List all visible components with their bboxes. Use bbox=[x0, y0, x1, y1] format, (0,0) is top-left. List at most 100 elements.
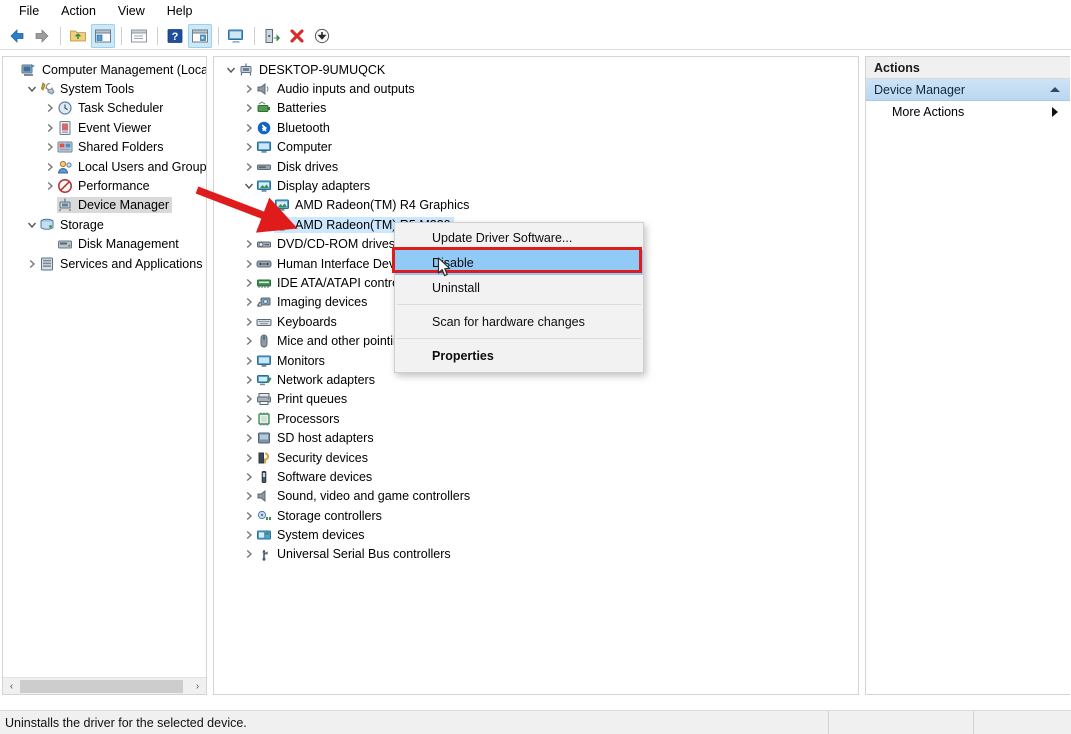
help-question-icon[interactable]: ? bbox=[163, 24, 187, 48]
console-tree-item-row[interactable]: Disk Management bbox=[3, 235, 206, 254]
row-selection-area[interactable]: Disk drives bbox=[256, 159, 341, 175]
context-menu-item-update-driver-software[interactable]: Update Driver Software... bbox=[395, 225, 643, 250]
scan-monitor-icon[interactable] bbox=[224, 24, 248, 48]
expander-expand-icon[interactable] bbox=[242, 254, 256, 273]
device-tree-item-row[interactable]: Display adapters bbox=[214, 176, 858, 195]
expander-expand-icon[interactable] bbox=[242, 273, 256, 292]
row-selection-area[interactable]: System Tools bbox=[39, 81, 137, 97]
row-selection-area[interactable]: Local Users and Groups bbox=[57, 159, 206, 175]
row-selection-area[interactable]: Batteries bbox=[256, 100, 329, 116]
context-menu-item-properties[interactable]: Properties bbox=[395, 343, 643, 368]
expander-expand-icon[interactable] bbox=[242, 487, 256, 506]
row-selection-area[interactable]: Shared Folders bbox=[57, 139, 166, 155]
expander-expand-icon[interactable] bbox=[242, 409, 256, 428]
expander-collapse-icon[interactable] bbox=[224, 60, 238, 79]
console-tree-item-row[interactable]: Task Scheduler bbox=[3, 99, 206, 118]
row-selection-area[interactable]: Monitors bbox=[256, 353, 328, 369]
row-selection-area[interactable]: DVD/CD-ROM drives bbox=[256, 236, 398, 252]
scroll-left-button[interactable]: ‹ bbox=[3, 677, 20, 694]
menu-help[interactable]: Help bbox=[156, 2, 204, 21]
expander-expand-icon[interactable] bbox=[242, 506, 256, 525]
console-tree-item-row[interactable]: Device Manager bbox=[3, 196, 206, 215]
actions-group-device-manager[interactable]: Device Manager bbox=[866, 79, 1070, 101]
console-tree-item-row[interactable]: Shared Folders bbox=[3, 138, 206, 157]
device-tree-root-row[interactable]: DESKTOP-9UMUQCK bbox=[214, 60, 858, 79]
row-selection-area[interactable]: Software devices bbox=[256, 469, 375, 485]
device-tree-item-row[interactable]: Computer bbox=[214, 138, 858, 157]
console-tree-item-row[interactable]: System Tools bbox=[3, 79, 206, 98]
console-tree-item-row[interactable]: Event Viewer bbox=[3, 118, 206, 137]
row-selection-area[interactable]: Processors bbox=[256, 411, 343, 427]
row-selection-area[interactable]: Event Viewer bbox=[57, 120, 154, 136]
console-tree-item-row[interactable]: Local Users and Groups bbox=[3, 157, 206, 176]
expander-expand-icon[interactable] bbox=[242, 99, 256, 118]
menu-file[interactable]: File bbox=[8, 2, 50, 21]
expander-expand-icon[interactable] bbox=[242, 448, 256, 467]
device-tree-item-row[interactable]: Audio inputs and outputs bbox=[214, 79, 858, 98]
device-tree-item-row[interactable]: Security devices bbox=[214, 448, 858, 467]
device-tree-item-row[interactable]: Processors bbox=[214, 409, 858, 428]
show-hide-console-tree-icon[interactable] bbox=[91, 23, 115, 48]
row-selection-area[interactable]: Print queues bbox=[256, 391, 350, 407]
context-menu-item-scan-for-hardware-changes[interactable]: Scan for hardware changes bbox=[395, 309, 643, 334]
context-menu-item-disable[interactable]: Disable bbox=[395, 250, 643, 275]
expander-expand-icon[interactable] bbox=[242, 467, 256, 486]
show-action-pane-icon[interactable] bbox=[188, 23, 212, 48]
scroll-right-button[interactable]: › bbox=[189, 677, 206, 694]
actions-item-more-actions[interactable]: More Actions bbox=[866, 101, 1070, 123]
row-selection-area[interactable]: Device Manager bbox=[57, 197, 173, 214]
row-selection-area[interactable]: DESKTOP-9UMUQCK bbox=[238, 62, 388, 78]
expander-expand-icon[interactable] bbox=[242, 390, 256, 409]
expander-expand-icon[interactable] bbox=[242, 526, 256, 545]
device-tree-item-row[interactable]: Universal Serial Bus controllers bbox=[214, 545, 858, 564]
expander-expand-icon[interactable] bbox=[242, 138, 256, 157]
expander-expand-icon[interactable] bbox=[25, 254, 39, 273]
expander-expand-icon[interactable] bbox=[242, 235, 256, 254]
scrollbar-track[interactable] bbox=[20, 677, 189, 694]
properties-window-icon[interactable] bbox=[127, 24, 151, 48]
context-menu-item-uninstall[interactable]: Uninstall bbox=[395, 275, 643, 300]
expander-expand-icon[interactable] bbox=[43, 157, 57, 176]
row-selection-area[interactable]: Performance bbox=[57, 178, 153, 194]
row-selection-area[interactable]: System devices bbox=[256, 527, 368, 543]
row-selection-area[interactable]: Bluetooth bbox=[256, 120, 333, 136]
row-selection-area[interactable]: Universal Serial Bus controllers bbox=[256, 546, 454, 562]
expander-expand-icon[interactable] bbox=[43, 177, 57, 196]
chevron-up-icon[interactable] bbox=[1050, 87, 1060, 92]
device-tree-item-row[interactable]: Batteries bbox=[214, 99, 858, 118]
row-selection-area[interactable]: Sound, video and game controllers bbox=[256, 488, 473, 504]
device-tree-item-row[interactable]: Disk drives bbox=[214, 157, 858, 176]
row-selection-area[interactable]: Security devices bbox=[256, 450, 371, 466]
row-selection-area[interactable]: Audio inputs and outputs bbox=[256, 81, 418, 97]
row-selection-area[interactable]: AMD Radeon(TM) R4 Graphics bbox=[274, 197, 472, 213]
row-selection-area[interactable]: Storage controllers bbox=[256, 508, 385, 524]
row-selection-area[interactable]: Disk Management bbox=[57, 236, 182, 252]
console-tree-item-row[interactable]: Performance bbox=[3, 176, 206, 195]
update-driver-icon[interactable] bbox=[260, 24, 284, 48]
device-tree-item-row[interactable]: Storage controllers bbox=[214, 506, 858, 525]
up-folder-icon[interactable] bbox=[66, 24, 90, 48]
menu-view[interactable]: View bbox=[107, 2, 156, 21]
row-selection-area[interactable]: SD host adapters bbox=[256, 430, 377, 446]
back-arrow-icon[interactable] bbox=[5, 24, 29, 48]
expander-collapse-icon[interactable] bbox=[242, 177, 256, 196]
disable-down-arrow-icon[interactable] bbox=[310, 24, 334, 48]
scrollbar-thumb[interactable] bbox=[20, 679, 183, 693]
device-tree-item-row[interactable]: Network adapters bbox=[214, 370, 858, 389]
expander-expand-icon[interactable] bbox=[242, 370, 256, 389]
row-selection-area[interactable]: Network adapters bbox=[256, 372, 378, 388]
row-selection-area[interactable]: Storage bbox=[39, 217, 107, 233]
row-selection-area[interactable]: Services and Applications bbox=[39, 256, 205, 272]
expander-expand-icon[interactable] bbox=[242, 118, 256, 137]
device-tree-item-row[interactable]: Sound, video and game controllers bbox=[214, 487, 858, 506]
device-tree-item-row[interactable]: Print queues bbox=[214, 390, 858, 409]
expander-expand-icon[interactable] bbox=[43, 138, 57, 157]
expander-expand-icon[interactable] bbox=[242, 545, 256, 564]
console-tree-horizontal-scrollbar[interactable]: ‹ › bbox=[3, 677, 206, 694]
expander-expand-icon[interactable] bbox=[242, 157, 256, 176]
row-selection-area[interactable]: Display adapters bbox=[256, 178, 373, 194]
row-selection-area[interactable]: Task Scheduler bbox=[57, 100, 166, 116]
console-tree-item-row[interactable]: Computer Management (Local bbox=[3, 60, 206, 79]
forward-arrow-icon[interactable] bbox=[30, 24, 54, 48]
device-tree-item-row[interactable]: Software devices bbox=[214, 467, 858, 486]
